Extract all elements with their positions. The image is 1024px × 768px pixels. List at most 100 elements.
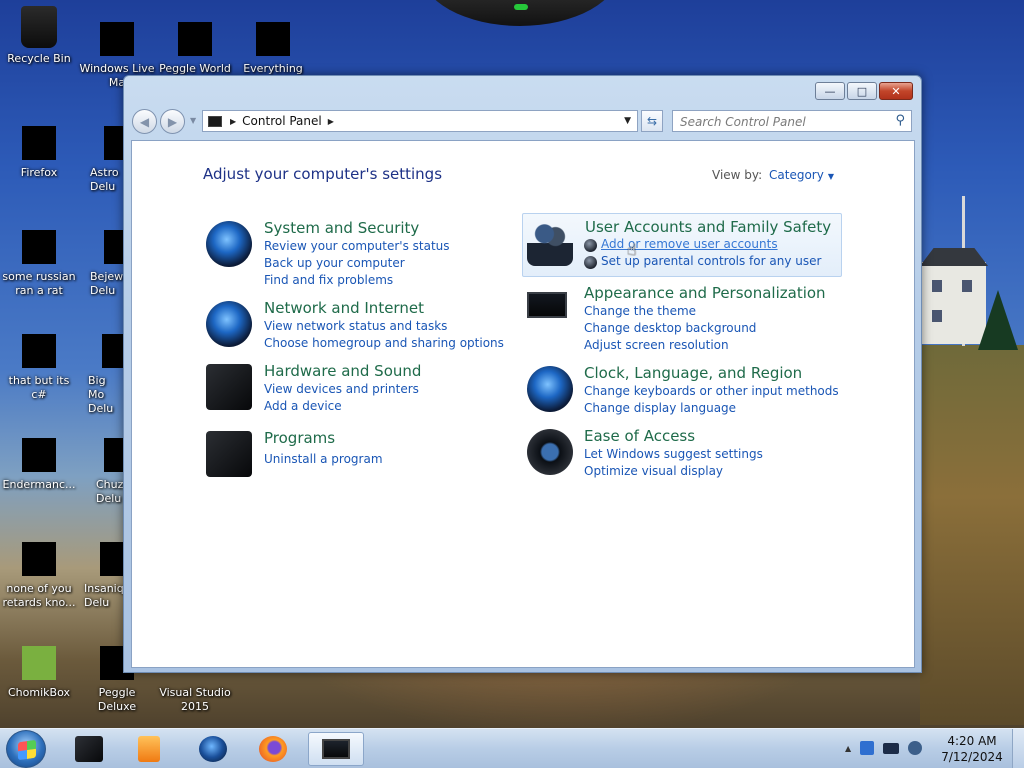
desktop-icon-that-but-csharp[interactable]: that but its c# [0, 334, 78, 402]
control-panel-window[interactable]: — □ ✕ ◀ ▶ ▼ ▶ Control Panel ▶ ▼ ⇆ ⚲ Adju… [123, 75, 922, 673]
volume-icon[interactable] [908, 741, 923, 755]
taskbar-globe[interactable] [185, 732, 241, 766]
desktop-icon-label: Visual Studio 2015 [159, 686, 231, 713]
window-controls: — □ ✕ [815, 82, 913, 100]
desktop-icon-firefox[interactable]: Firefox [0, 126, 78, 180]
breadcrumb-separator-icon[interactable]: ▶ [328, 117, 334, 126]
clock[interactable]: 4:20 AM 7/12/2024 [940, 733, 1004, 765]
network-internet-icon[interactable] [206, 301, 252, 347]
show-desktop-button[interactable] [1012, 729, 1024, 768]
maximize-button[interactable]: □ [847, 82, 877, 100]
link-windows-suggest[interactable]: Let Windows suggest settings [584, 447, 763, 461]
category-title[interactable]: User Accounts and Family Safety [585, 218, 831, 236]
back-button[interactable]: ◀ [132, 109, 157, 134]
link-screen-resolution[interactable]: Adjust screen resolution [584, 338, 729, 352]
start-button[interactable] [6, 730, 46, 768]
link-keyboards[interactable]: Change keyboards or other input methods [584, 384, 839, 398]
link-review-status[interactable]: Review your computer's status [264, 239, 450, 253]
firefox-icon [259, 736, 287, 762]
category-title[interactable]: Ease of Access [584, 427, 695, 445]
category-clock-language: Clock, Language, and Region Change keybo… [527, 364, 847, 416]
desktop-icon-big-money[interactable]: Big Mo Delu [78, 334, 124, 416]
show-hidden-icons-icon[interactable]: ▲ [845, 744, 851, 753]
link-uninstall[interactable]: Uninstall a program [264, 452, 383, 466]
appearance-icon[interactable] [527, 292, 567, 318]
category-title[interactable]: Network and Internet [264, 299, 424, 317]
control-panel-icon [208, 115, 222, 127]
link-desktop-background[interactable]: Change desktop background [584, 321, 756, 335]
link-network-status[interactable]: View network status and tasks [264, 319, 447, 333]
search-icon[interactable]: ⚲ [895, 113, 905, 128]
shield-icon [584, 239, 597, 252]
link-add-device[interactable]: Add a device [264, 399, 342, 413]
user-accounts-icon[interactable] [527, 220, 573, 266]
desktop-icon-peggle-world[interactable]: Peggle World [156, 22, 234, 76]
refresh-button[interactable]: ⇆ [641, 110, 663, 132]
desktop-icon-label: Chuz Delu [96, 478, 124, 505]
minimize-button[interactable]: — [815, 82, 845, 100]
taskbar-control-panel[interactable] [308, 732, 364, 766]
category-hardware-sound: Hardware and Sound View devices and prin… [206, 362, 506, 414]
link-devices-printers[interactable]: View devices and printers [264, 382, 419, 396]
category-title[interactable]: Clock, Language, and Region [584, 364, 802, 382]
peggle-world-icon [178, 22, 212, 56]
desktop-icon-russian-rat[interactable]: some russian ran a rat [0, 230, 78, 298]
search-input[interactable] [673, 112, 883, 132]
desktop-icon-chuzzle[interactable]: Chuz Delu [78, 438, 124, 506]
taskbar-firefox[interactable] [245, 732, 301, 766]
category-title[interactable]: Appearance and Personalization [584, 284, 826, 302]
link-find-fix[interactable]: Find and fix problems [264, 273, 393, 287]
category-title[interactable]: Hardware and Sound [264, 362, 421, 380]
desktop-icon-chomikbox[interactable]: ChomikBox [0, 646, 78, 700]
desktop-icon-label: Endermanc... [2, 478, 76, 491]
link-display-language[interactable]: Change display language [584, 401, 736, 415]
desktop-icon-endermanch[interactable]: Endermanc... [0, 438, 78, 492]
category-programs: Programs Uninstall a program [206, 429, 506, 477]
view-by-dropdown[interactable]: Category ▼ [769, 168, 834, 182]
breadcrumb-separator-icon[interactable]: ▶ [230, 117, 236, 126]
windows-logo-icon [18, 739, 36, 761]
system-security-icon[interactable] [206, 221, 252, 267]
desktop-icon-astro[interactable]: Astro Delu [78, 126, 124, 194]
forward-arrow-icon: ▶ [167, 114, 178, 129]
refresh-icon: ⇆ [646, 114, 658, 128]
search-box[interactable]: ⚲ [672, 110, 912, 132]
desktop-icon-recycle-bin[interactable]: Recycle Bin [0, 6, 78, 66]
globe-icon [199, 736, 227, 762]
link-homegroup[interactable]: Choose homegroup and sharing options [264, 336, 504, 350]
forward-button[interactable]: ▶ [160, 109, 185, 134]
app-icon [22, 542, 56, 576]
ease-of-access-icon[interactable] [527, 429, 573, 475]
insaniquarium-icon [100, 542, 124, 576]
wallpaper-house-window [932, 310, 942, 322]
close-button[interactable]: ✕ [879, 82, 913, 100]
desktop-icon-label: Everything [243, 62, 303, 75]
desktop-icon-bejeweled[interactable]: Bejew Delu [78, 230, 124, 298]
breadcrumb-control-panel[interactable]: Control Panel [242, 114, 322, 128]
recent-pages-dropdown[interactable]: ▼ [190, 116, 196, 125]
programs-icon[interactable] [206, 431, 252, 477]
desktop-icon-insaniquarium[interactable]: Insaniq Delu [78, 542, 124, 610]
link-back-up[interactable]: Back up your computer [264, 256, 405, 270]
desktop-icon-label: Big Mo Delu [88, 374, 114, 415]
network-icon[interactable] [883, 742, 900, 754]
category-title[interactable]: Programs [264, 429, 335, 447]
taskbar-file-explorer[interactable] [61, 732, 117, 766]
desktop-icon-label: Firefox [20, 166, 58, 179]
desktop-icon-everything[interactable]: Everything [234, 22, 312, 76]
category-user-accounts: User Accounts and Family Safety Add or r… [522, 213, 842, 277]
link-optimize-display[interactable]: Optimize visual display [584, 464, 723, 478]
address-dropdown-icon[interactable]: ▼ [624, 116, 631, 126]
category-title[interactable]: System and Security [264, 219, 419, 237]
desktop-icon-label: Peggle World [159, 62, 231, 75]
navigation-bar: ◀ ▶ ▼ ▶ Control Panel ▶ ▼ ⇆ ⚲ [132, 108, 915, 134]
taskbar-media-player[interactable] [121, 732, 177, 766]
back-arrow-icon: ◀ [139, 114, 150, 129]
address-bar[interactable]: ▶ Control Panel ▶ ▼ [202, 110, 638, 132]
hardware-sound-icon[interactable] [206, 364, 252, 410]
tray-app-icon[interactable] [860, 741, 875, 755]
clock-language-icon[interactable] [527, 366, 573, 412]
link-change-theme[interactable]: Change the theme [584, 304, 696, 318]
bejeweled-icon [104, 230, 124, 264]
desktop-icon-none-of-you[interactable]: none of you retards kno... [0, 542, 78, 610]
